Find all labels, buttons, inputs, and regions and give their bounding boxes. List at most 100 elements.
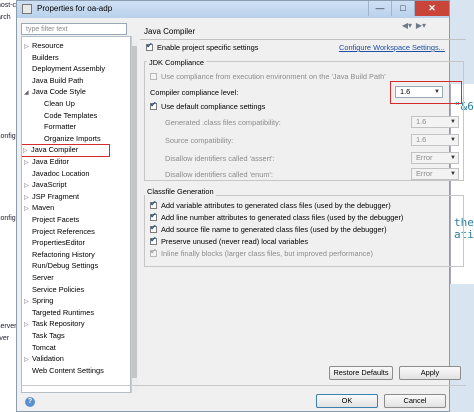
classfile-option-checkbox[interactable] <box>150 223 157 233</box>
tree-item[interactable]: Project Facets <box>24 214 79 225</box>
tree-item-label: Tomcat <box>32 342 56 352</box>
tree-item[interactable]: Deployment Assembly <box>24 63 105 74</box>
configure-workspace-link[interactable]: Configure Workspace Settings... <box>339 43 445 52</box>
annotation-highlight-box <box>390 81 462 104</box>
bg-fragment: rver <box>0 335 10 342</box>
source-compat-value: 1.6 <box>416 135 427 144</box>
generated-class-select[interactable]: 1.6 ▼ <box>411 116 459 128</box>
close-button[interactable]: ✕ <box>414 1 449 16</box>
cancel-button[interactable]: Cancel <box>384 394 446 408</box>
classfile-option-label: Add variable attributes to generated cla… <box>161 201 391 210</box>
use-execution-env-label: Use compliance from execution environmen… <box>161 72 386 81</box>
properties-dialog: Properties for oa-adp — □ ✕ type filter … <box>16 0 466 412</box>
help-icon[interactable]: ? <box>25 397 35 407</box>
tree-scrollbar[interactable] <box>131 36 138 393</box>
ok-button[interactable]: OK <box>316 394 378 408</box>
classfile-option-label: Add line number attributes to generated … <box>161 213 404 222</box>
tree-item[interactable]: ▷ Spring <box>24 295 53 306</box>
tree-item-label: Run/Debug Settings <box>32 261 99 271</box>
chevron-down-icon: ▼ <box>450 137 456 143</box>
tree-item[interactable]: Builders <box>24 52 59 63</box>
tree-item-label: Organize Imports <box>44 133 101 143</box>
tree-item-label: Java Build Path <box>32 75 84 85</box>
tree-item[interactable]: ▷ Maven <box>24 202 54 213</box>
classfile-option-checkbox[interactable] <box>150 199 157 209</box>
tree-item[interactable]: Clean Up <box>36 98 75 109</box>
enable-project-specific-checkbox[interactable] <box>146 41 153 51</box>
tree-item-label: JSP Fragment <box>32 191 80 201</box>
tree-item[interactable]: ▷ Validation <box>24 353 64 364</box>
classfile-generation-title: Classfile Generation <box>145 187 216 196</box>
forward-arrow-icon[interactable]: ▶▾ <box>414 21 428 31</box>
bg-fragment: server <box>0 323 17 330</box>
tree-item-label: Formatter <box>44 122 77 132</box>
source-compat-label: Source compatibility: <box>165 136 234 145</box>
bg-fragment: config <box>0 215 16 222</box>
tree-item[interactable]: Formatter <box>36 121 76 132</box>
tree-item-label: JavaScript <box>32 180 67 190</box>
bg-fragment: arch <box>0 14 11 21</box>
classfile-option-label: Add source file name to generated class … <box>161 225 387 234</box>
tree-item[interactable]: Organize Imports <box>36 133 101 144</box>
tree-item-label: Java Compiler <box>31 145 79 155</box>
tree-item[interactable]: Server <box>24 272 54 283</box>
tree-item[interactable]: Web Content Settings <box>24 365 104 376</box>
tree-item[interactable]: ▷ Java Editor <box>24 156 69 167</box>
tree-item[interactable]: Java Build Path <box>24 75 83 86</box>
generated-class-value: 1.6 <box>416 117 427 126</box>
tree-item-label: Javadoc Location <box>32 168 90 178</box>
disallow-enum-select[interactable]: Error ▼ <box>411 168 459 180</box>
tree-item-label: Deployment Assembly <box>32 64 106 74</box>
tree-item[interactable]: Project References <box>24 226 95 237</box>
tree-item-label: Clean Up <box>44 99 75 108</box>
tree-item-label: Task Tags <box>32 331 65 340</box>
use-default-settings-label: Use default compliance settings <box>161 102 266 111</box>
source-compat-select[interactable]: 1.6 ▼ <box>411 134 459 146</box>
tree-item[interactable]: ▷ JavaScript <box>24 179 67 190</box>
tree-item-label: PropertiesEditor <box>32 238 85 248</box>
tree-item[interactable]: PropertiesEditor <box>24 237 85 248</box>
tree-item-label: Code Templates <box>44 110 98 120</box>
tree-item[interactable]: ▷ Task Repository <box>24 318 85 329</box>
maximize-button[interactable]: □ <box>391 1 414 16</box>
window-title: Properties for oa-adp <box>37 4 113 13</box>
tree-item[interactable]: ▷ Resource <box>24 40 64 51</box>
bg-fragment: config <box>0 133 16 140</box>
classfile-option-checkbox[interactable] <box>150 211 157 221</box>
back-arrow-icon[interactable]: ◀▾ <box>400 21 414 31</box>
classfile-option-label: Preserve unused (never read) local varia… <box>161 237 309 246</box>
tree-item[interactable]: Tomcat <box>24 342 56 353</box>
use-default-settings-checkbox[interactable] <box>150 100 157 110</box>
tree-item[interactable]: ▷ JSP Fragment <box>24 191 79 202</box>
disallow-assert-select[interactable]: Error ▼ <box>411 152 459 164</box>
restore-defaults-button[interactable]: Restore Defaults <box>329 366 393 380</box>
tree-item[interactable]: Run/Debug Settings <box>24 260 98 271</box>
apply-button[interactable]: Apply <box>399 366 461 380</box>
page-title: Java Compiler <box>144 27 196 36</box>
tree-item[interactable]: Task Tags <box>24 330 65 341</box>
tree-item-label: Task Repository <box>32 319 85 329</box>
filter-input[interactable]: type filter text <box>21 23 127 35</box>
minimize-button[interactable]: — <box>368 1 391 16</box>
classfile-option-checkbox[interactable] <box>150 235 157 245</box>
window-controls: — □ ✕ <box>368 1 449 16</box>
classfile-option-checkbox[interactable] <box>150 247 157 257</box>
tree-item[interactable]: Javadoc Location <box>24 168 90 179</box>
tree-item[interactable]: Service Policies <box>24 284 84 295</box>
scrollbar-thumb[interactable] <box>132 46 137 378</box>
disallow-assert-value: Error <box>416 153 433 162</box>
chevron-down-icon[interactable]: ◢ <box>24 88 32 99</box>
footer-separator <box>21 385 466 386</box>
title-separator <box>140 39 466 40</box>
tree-item-label: Resource <box>32 41 64 50</box>
bg-fragment: nost-c <box>0 2 17 9</box>
tree-item-label: Project References <box>32 226 95 236</box>
tree-item-label: Spring <box>32 296 54 306</box>
tree-item-label: Server <box>32 273 54 282</box>
title-bar[interactable]: Properties for oa-adp — □ ✕ <box>17 1 449 18</box>
tree-item[interactable]: Refactoring History <box>24 249 95 260</box>
tree-item[interactable]: ◢ Java Code Style <box>24 86 86 97</box>
use-execution-env-checkbox[interactable] <box>150 73 157 80</box>
tree-item[interactable]: Targeted Runtimes <box>24 307 94 318</box>
tree-item[interactable]: Code Templates <box>36 110 97 121</box>
